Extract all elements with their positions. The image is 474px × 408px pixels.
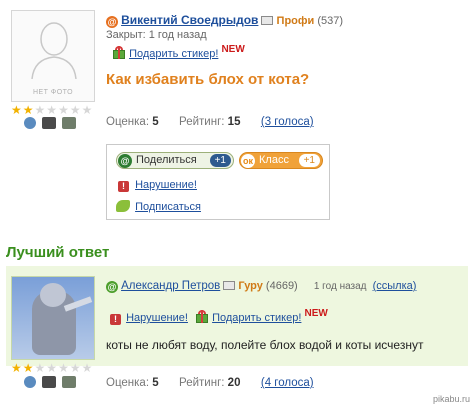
star-icon: ★ <box>81 361 93 375</box>
rating-label: Рейтинг: <box>179 116 225 128</box>
star-icon: ★ <box>46 361 58 375</box>
add-friend-icon[interactable] <box>24 376 36 388</box>
closed-status: Закрыт: 1 год назад <box>106 29 207 41</box>
answer-actions-row: ! Нарушение! Подарить стикер! NEW <box>110 308 328 325</box>
warning-icon: ! <box>118 181 129 192</box>
photo-icon[interactable] <box>42 376 56 388</box>
share-count: +1 <box>209 154 231 167</box>
answer-text: коты не любят воду, полейте блох водой и… <box>106 338 424 352</box>
video-icon[interactable] <box>62 376 76 388</box>
star-icon: ★ <box>22 361 34 375</box>
star-icon: ★ <box>69 103 81 117</box>
report-row: ! Нарушение! <box>118 179 197 192</box>
user-rating-stars: ★ ★ ★ ★ ★ ★ ★ <box>11 104 92 116</box>
question-stats: Оценка: 5 Рейтинг: 15 (3 голоса) <box>106 116 314 128</box>
star-icon: ★ <box>11 103 22 117</box>
votes-link[interactable]: (4 голоса) <box>261 377 314 389</box>
star-icon: ★ <box>11 361 22 375</box>
klass-button[interactable]: ок Класс +1 <box>239 152 323 169</box>
avatar-caption: НЕТ ФОТО <box>32 89 74 96</box>
answerer-rank-count: (4669) <box>265 280 298 292</box>
star-icon: ★ <box>34 103 46 117</box>
answerer-rank: Гуру <box>238 280 263 292</box>
star-icon: ★ <box>58 103 69 117</box>
new-badge: NEW <box>304 308 328 319</box>
score-label: Оценка: <box>106 116 150 128</box>
share-label: Поделиться <box>136 154 197 166</box>
at-sign-icon: @ <box>106 16 118 28</box>
rating-label: Рейтинг: <box>179 377 225 389</box>
score-label: Оценка: <box>106 377 150 389</box>
mail-ru-icon: @ <box>118 153 132 168</box>
answer-author-line: @ Александр Петров Гуру (4669) 1 год наз… <box>106 280 416 293</box>
star-icon: ★ <box>34 361 46 375</box>
new-badge: NEW <box>221 44 245 55</box>
photo-icon[interactable] <box>42 117 56 129</box>
klass-label: Класс <box>259 154 289 166</box>
score-value: 5 <box>152 116 159 128</box>
votes-link[interactable]: (3 голоса) <box>261 116 314 128</box>
star-icon: ★ <box>69 361 81 375</box>
mail-icon[interactable] <box>261 16 274 25</box>
watermark: pikabu.ru <box>432 394 470 404</box>
at-sign-icon: @ <box>106 281 118 293</box>
star-icon: ★ <box>58 361 69 375</box>
warning-icon: ! <box>110 314 121 325</box>
answer-report-link[interactable]: Нарушение! <box>126 312 188 324</box>
rating-value: 20 <box>227 377 241 389</box>
answerer-name-link[interactable]: Александр Петров <box>121 280 220 292</box>
subscribe-link[interactable]: Подписаться <box>135 201 201 213</box>
answer-time: 1 год назад <box>313 281 367 292</box>
star-icon: ★ <box>46 103 58 117</box>
question-author-line: @ Викентий Своедрыдов Профи (537) <box>106 13 343 28</box>
answerer-avatar[interactable] <box>11 276 95 360</box>
gift-sticker-row: Подарить стикер! NEW <box>112 44 245 60</box>
gift-sticker-link[interactable]: Подарить стикер! <box>129 48 218 60</box>
star-icon: ★ <box>81 103 93 117</box>
best-answer-heading: Лучший ответ <box>6 244 110 261</box>
rating-value: 15 <box>227 116 241 128</box>
answer-gift-link[interactable]: Подарить стикер! <box>212 312 301 324</box>
klass-count: +1 <box>298 154 320 167</box>
answer-stats: Оценка: 5 Рейтинг: 20 (4 голоса) <box>106 377 314 389</box>
score-value: 5 <box>152 377 159 389</box>
report-link[interactable]: Нарушение! <box>135 179 197 191</box>
share-button[interactable]: @ Поделиться +1 <box>116 152 234 169</box>
no-photo-avatar: НЕТ ФОТО <box>11 10 95 102</box>
answerer-actions <box>24 376 76 388</box>
author-rank-count: (537) <box>317 15 344 27</box>
user-silhouette-icon <box>31 22 77 79</box>
add-friend-icon[interactable] <box>24 117 36 129</box>
subscribe-icon <box>116 200 130 212</box>
video-icon[interactable] <box>62 117 76 129</box>
gift-icon <box>195 310 209 323</box>
gift-icon <box>112 46 126 59</box>
user-actions <box>24 117 76 129</box>
odnoklassniki-icon: ок <box>241 153 255 168</box>
mail-icon[interactable] <box>223 281 236 290</box>
author-rank: Профи <box>276 15 315 27</box>
answer-permalink[interactable]: (ссылка) <box>373 280 417 292</box>
question-title: Как избавить блох от кота? <box>106 71 310 88</box>
star-icon: ★ <box>22 103 34 117</box>
share-panel: @ Поделиться +1 ок Класс +1 ! Нарушение!… <box>106 144 330 220</box>
subscribe-row: Подписаться <box>116 200 201 213</box>
author-name-link[interactable]: Викентий Своедрыдов <box>121 13 258 27</box>
answerer-rating-stars: ★ ★ ★ ★ ★ ★ ★ <box>11 362 92 374</box>
